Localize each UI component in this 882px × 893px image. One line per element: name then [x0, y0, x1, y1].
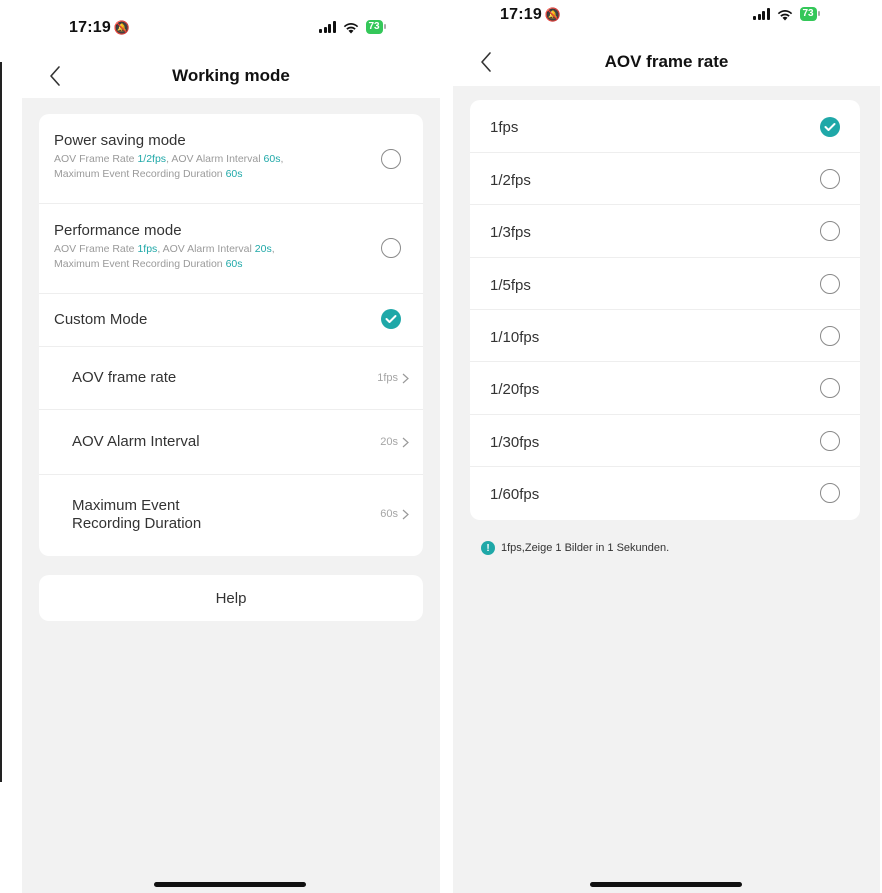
content-area: Power saving mode AOV Frame Rate 1/2fps,…: [22, 98, 440, 893]
mode-list-card: Power saving mode AOV Frame Rate 1/2fps,…: [39, 114, 423, 556]
frame-rate-option[interactable]: 1/20fps: [470, 362, 860, 415]
option-label: 1/2fps: [490, 172, 531, 189]
setting-value: 1fps: [377, 372, 409, 384]
cellular-signal-icon: [753, 8, 770, 20]
radio-unselected-icon[interactable]: [381, 149, 401, 169]
radio-unselected-icon[interactable]: [381, 238, 401, 258]
working-mode-screen: 17:19 🔕 73 Working mode Power saving mode: [22, 0, 440, 893]
radio-unselected-icon[interactable]: [820, 221, 840, 241]
info-exclamation-icon: !: [481, 541, 495, 555]
wifi-icon: [343, 22, 358, 33]
option-label: 1fps: [490, 119, 519, 136]
mode-description: AOV Frame Rate 1/2fps, AOV Alarm Interva…: [54, 153, 284, 180]
silent-bell-icon: 🔕: [544, 7, 562, 22]
mode-description: AOV Frame Rate 1fps, AOV Alarm Interval …: [54, 243, 275, 270]
cellular-signal-icon: [319, 21, 336, 33]
screen-edge-divider: [0, 62, 2, 782]
mode-title: Custom Mode: [54, 311, 148, 328]
chevron-right-icon: [402, 437, 409, 447]
frame-rate-info: ! 1fps,Zeige 1 Bilder in 1 Sekunden.: [481, 541, 669, 555]
silent-bell-icon: 🔕: [113, 20, 131, 35]
setting-value: 20s: [380, 436, 409, 448]
status-bar: 17:19 🔕 73: [453, 0, 880, 40]
back-chevron-icon[interactable]: [46, 64, 66, 88]
nav-bar: Working mode: [22, 52, 440, 100]
status-time: 17:19 🔕: [69, 19, 131, 36]
setting-label: Maximum Event Recording Duration: [72, 497, 202, 532]
mode-option-performance[interactable]: Performance mode AOV Frame Rate 1fps, AO…: [39, 204, 423, 294]
option-label: 1/10fps: [490, 329, 540, 346]
help-label: Help: [215, 590, 247, 607]
aov-frame-rate-screen: 17:19 🔕 73 AOV frame rate 1fps 1/2fps 1/…: [453, 0, 880, 893]
setting-row-aov-frame-rate[interactable]: AOV frame rate 1fps: [39, 347, 423, 410]
mode-title: Power saving mode: [54, 132, 186, 149]
page-title: Working mode: [172, 66, 290, 85]
setting-label: AOV frame rate: [72, 369, 177, 386]
status-time: 17:19 🔕: [500, 6, 562, 23]
nav-bar: AOV frame rate: [453, 38, 880, 86]
setting-row-aov-alarm-interval[interactable]: AOV Alarm Interval 20s: [39, 410, 423, 475]
frame-rate-option[interactable]: 1/60fps: [470, 467, 860, 520]
option-label: 1/3fps: [490, 224, 531, 241]
frame-rate-option[interactable]: 1/2fps: [470, 153, 860, 205]
setting-row-max-event-duration[interactable]: Maximum Event Recording Duration 60s: [39, 475, 423, 556]
page-title: AOV frame rate: [604, 52, 729, 71]
radio-selected-check-icon[interactable]: [381, 309, 401, 329]
chevron-right-icon: [402, 509, 409, 519]
home-indicator: [154, 882, 306, 887]
frame-rate-option[interactable]: 1/10fps: [470, 310, 860, 362]
status-bar: 17:19 🔕 73: [22, 0, 440, 50]
setting-value: 60s: [380, 508, 409, 520]
frame-rate-option[interactable]: 1fps: [470, 100, 860, 153]
radio-unselected-icon[interactable]: [820, 483, 840, 503]
radio-unselected-icon[interactable]: [820, 169, 840, 189]
option-label: 1/30fps: [490, 434, 540, 451]
back-chevron-icon[interactable]: [477, 50, 497, 74]
battery-icon: 73: [799, 7, 820, 21]
mode-option-power-saving[interactable]: Power saving mode AOV Frame Rate 1/2fps,…: [39, 114, 423, 204]
chevron-right-icon: [402, 373, 409, 383]
content-area: 1fps 1/2fps 1/3fps 1/5fps 1/10fps 1/20fp…: [453, 86, 880, 893]
option-label: 1/20fps: [490, 381, 540, 398]
mode-title: Performance mode: [54, 222, 182, 239]
frame-rate-options-card: 1fps 1/2fps 1/3fps 1/5fps 1/10fps 1/20fp…: [470, 100, 860, 520]
radio-unselected-icon[interactable]: [820, 378, 840, 398]
frame-rate-option[interactable]: 1/30fps: [470, 415, 860, 467]
info-text: 1fps,Zeige 1 Bilder in 1 Sekunden.: [501, 542, 670, 554]
wifi-icon: [777, 9, 792, 20]
help-button[interactable]: Help: [39, 575, 423, 621]
radio-unselected-icon[interactable]: [820, 431, 840, 451]
battery-icon: 73: [365, 20, 386, 34]
home-indicator: [590, 882, 742, 887]
radio-unselected-icon[interactable]: [820, 274, 840, 294]
mode-option-custom[interactable]: Custom Mode: [39, 294, 423, 347]
radio-selected-check-icon[interactable]: [820, 117, 840, 137]
option-label: 1/60fps: [490, 486, 540, 503]
frame-rate-option[interactable]: 1/3fps: [470, 205, 860, 258]
radio-unselected-icon[interactable]: [820, 326, 840, 346]
option-label: 1/5fps: [490, 277, 531, 294]
frame-rate-option[interactable]: 1/5fps: [470, 258, 860, 310]
setting-label: AOV Alarm Interval: [72, 433, 200, 450]
